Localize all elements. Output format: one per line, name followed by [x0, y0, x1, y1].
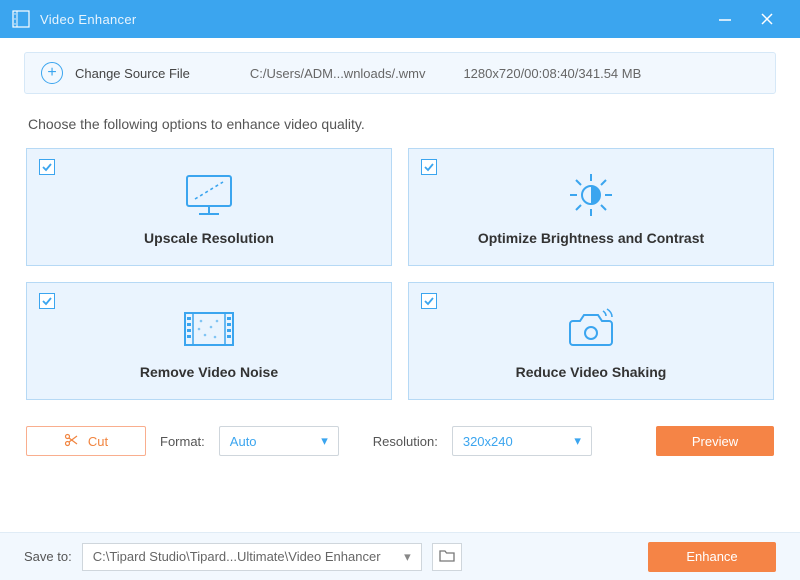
folder-icon — [439, 548, 455, 565]
option-brightness-contrast[interactable]: Optimize Brightness and Contrast — [408, 148, 774, 266]
option-label: Reduce Video Shaking — [516, 364, 667, 380]
option-upscale-resolution[interactable]: Upscale Resolution — [26, 148, 392, 266]
save-path-value: C:\Tipard Studio\Tipard...Ultimate\Video… — [93, 549, 381, 564]
titlebar: Video Enhancer — [0, 0, 800, 38]
chevron-down-icon: ▾ — [404, 549, 411, 565]
film-icon — [181, 302, 237, 356]
cut-label: Cut — [88, 434, 108, 449]
chevron-down-icon: ▾ — [321, 433, 328, 449]
change-source-button[interactable]: + — [41, 62, 63, 84]
close-button[interactable] — [746, 0, 788, 38]
format-value: Auto — [230, 434, 257, 449]
checkbox-brightness[interactable] — [421, 159, 437, 175]
enhance-label: Enhance — [686, 549, 737, 564]
checkbox-noise[interactable] — [39, 293, 55, 309]
change-source-label[interactable]: Change Source File — [75, 66, 190, 81]
resolution-value: 320x240 — [463, 434, 513, 449]
resolution-select[interactable]: 320x240 ▾ — [452, 426, 592, 456]
brightness-icon — [566, 168, 616, 222]
format-label: Format: — [160, 434, 205, 449]
resolution-label: Resolution: — [373, 434, 438, 449]
app-icon — [12, 10, 30, 28]
footer-bar: Save to: C:\Tipard Studio\Tipard...Ultim… — [0, 532, 800, 580]
monitor-icon — [181, 168, 237, 222]
option-reduce-shaking[interactable]: Reduce Video Shaking — [408, 282, 774, 400]
scissors-icon — [64, 433, 78, 450]
chevron-down-icon: ▾ — [574, 433, 581, 449]
enhance-button[interactable]: Enhance — [648, 542, 776, 572]
cut-button[interactable]: Cut — [26, 426, 146, 456]
app-title: Video Enhancer — [40, 12, 136, 27]
tools-row: Cut Format: Auto ▾ Resolution: 320x240 ▾… — [26, 426, 774, 456]
minimize-button[interactable] — [704, 0, 746, 38]
save-path-select[interactable]: C:\Tipard Studio\Tipard...Ultimate\Video… — [82, 543, 422, 571]
source-file-bar: + Change Source File C:/Users/ADM...wnlo… — [24, 52, 776, 94]
instruction-text: Choose the following options to enhance … — [28, 116, 772, 132]
preview-label: Preview — [692, 434, 738, 449]
option-label: Upscale Resolution — [144, 230, 274, 246]
plus-icon: + — [47, 64, 56, 82]
camera-icon — [563, 302, 619, 356]
option-remove-noise[interactable]: Remove Video Noise — [26, 282, 392, 400]
preview-button[interactable]: Preview — [656, 426, 774, 456]
save-to-label: Save to: — [24, 549, 72, 564]
source-meta: 1280x720/00:08:40/341.54 MB — [463, 66, 641, 81]
open-folder-button[interactable] — [432, 543, 462, 571]
option-label: Optimize Brightness and Contrast — [478, 230, 704, 246]
format-select[interactable]: Auto ▾ — [219, 426, 339, 456]
option-label: Remove Video Noise — [140, 364, 278, 380]
options-grid: Upscale Resolution Optimize Brightness a… — [26, 148, 774, 400]
checkbox-upscale[interactable] — [39, 159, 55, 175]
source-path: C:/Users/ADM...wnloads/.wmv — [250, 66, 426, 81]
checkbox-shaking[interactable] — [421, 293, 437, 309]
